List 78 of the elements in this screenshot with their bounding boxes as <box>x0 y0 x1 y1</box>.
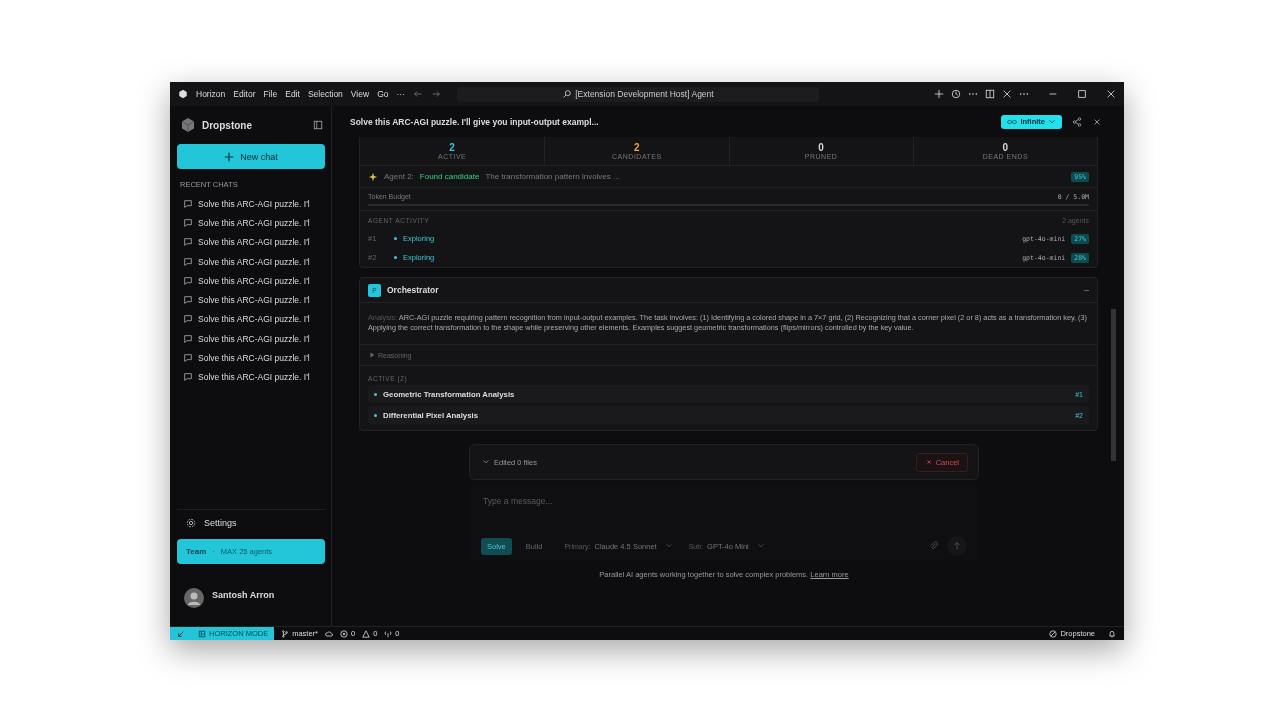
menu-item[interactable]: ··· <box>396 89 405 99</box>
chat-bubble-icon <box>183 333 193 344</box>
brand-name: Dropstone <box>202 119 253 131</box>
chat-item[interactable]: Solve this ARC-AGI puzzle. I'l <box>177 251 325 272</box>
error-icon[interactable] <box>340 629 348 638</box>
stat-value: 2 <box>634 142 640 153</box>
chat-item[interactable]: Solve this ARC-AGI puzzle. I'l <box>177 213 325 233</box>
menu-item[interactable]: Go <box>377 89 389 99</box>
chevron-down-icon[interactable] <box>482 458 490 466</box>
chat-item[interactable]: Solve this ARC-AGI puzzle. I'l <box>177 232 325 252</box>
menu-item[interactable]: File <box>263 89 278 99</box>
chat-bubble-icon <box>183 295 193 306</box>
chat-bubble-icon <box>183 275 193 286</box>
status-dot <box>394 256 397 259</box>
chat-item[interactable]: Solve this ARC-AGI puzzle. I'l <box>177 367 325 387</box>
chat-bubble-icon <box>183 217 193 228</box>
up-arrow-icon <box>952 541 962 551</box>
avatar-silhouette <box>184 588 204 608</box>
chat-bubble-icon <box>183 256 193 267</box>
expand-triangle-icon[interactable] <box>368 351 376 359</box>
agent-label: Agent 2: <box>384 172 414 181</box>
settings-icon <box>186 518 196 528</box>
new-chat-button[interactable]: New chat <box>177 144 325 169</box>
menu-item[interactable]: Edit <box>285 89 300 99</box>
orchestrator-title: Orchestrator <box>387 285 439 295</box>
plus-icon <box>224 151 235 162</box>
maximize-icon[interactable] <box>1077 89 1087 99</box>
plus-icon[interactable] <box>934 89 944 99</box>
close-icon[interactable] <box>1092 116 1102 127</box>
chat-bubble-icon <box>183 237 193 248</box>
remote-indicator[interactable] <box>170 627 192 640</box>
chat-item[interactable]: Solve this ARC-AGI puzzle. I'l <box>177 194 325 214</box>
chat-title: Solve this ARC-AGI puzzle. I'll give you input-output exampl... <box>350 116 600 127</box>
chat-item[interactable]: Solve this ARC-AGI puzzle. I'l <box>177 348 325 368</box>
sparkle-icon <box>368 171 378 182</box>
chat-bubble-icon <box>183 372 193 383</box>
split-view-icon[interactable] <box>985 89 995 99</box>
chat-item[interactable]: Solve this ARC-AGI puzzle. I'l <box>177 329 325 349</box>
chat-bubble-icon <box>183 198 193 209</box>
remote-icon <box>177 629 185 638</box>
antenna-icon[interactable] <box>384 629 393 638</box>
scrollbar-thumb[interactable] <box>1111 309 1116 461</box>
stat-value: 0 <box>818 142 824 153</box>
close-icon <box>924 458 933 466</box>
close-icon[interactable] <box>1002 89 1012 99</box>
chat-item[interactable]: Solve this ARC-AGI puzzle. I'l <box>177 271 325 291</box>
chat-bubble-icon <box>183 314 193 325</box>
settings-item[interactable]: Settings <box>177 509 325 536</box>
event-text: The transformation pattern involves ... <box>485 172 620 181</box>
no-entry-icon[interactable] <box>1049 629 1058 638</box>
history-icon[interactable] <box>951 89 961 99</box>
menu-item[interactable]: Selection <box>307 89 343 99</box>
user-name: Santosh Arron <box>212 590 275 600</box>
cube-logo-icon <box>180 117 196 133</box>
paperclip-icon[interactable] <box>929 541 939 551</box>
sidebar-toggle-icon[interactable] <box>313 120 323 130</box>
close-icon[interactable] <box>1106 89 1116 99</box>
command-center[interactable]: [Extension Development Host] Agent <box>456 86 819 102</box>
bell-icon[interactable] <box>1108 629 1116 638</box>
menu-item[interactable]: Editor <box>233 89 256 99</box>
cube-logo-icon <box>178 89 188 99</box>
menu-item[interactable]: View <box>350 89 370 99</box>
event-status: Found candidate <box>419 172 480 181</box>
share-icon[interactable] <box>1072 116 1082 127</box>
cloud-sync-icon[interactable] <box>325 629 333 638</box>
chat-item[interactable]: Solve this ARC-AGI puzzle. I'l <box>177 309 325 330</box>
warning-icon[interactable] <box>362 629 371 638</box>
menu-item[interactable]: Horizon <box>196 89 226 99</box>
layout-icon <box>198 629 206 638</box>
branch-icon[interactable] <box>281 629 290 638</box>
chevron-down-icon <box>1048 117 1056 126</box>
stat-value: 2 <box>449 142 455 153</box>
search-icon <box>562 89 573 99</box>
chat-bubble-icon <box>183 353 193 363</box>
status-dot <box>394 237 397 240</box>
chat-item[interactable]: Solve this ARC-AGI puzzle. I'l <box>177 290 325 310</box>
plan-name: Team <box>186 547 207 556</box>
stat-value: 0 <box>1002 142 1009 153</box>
